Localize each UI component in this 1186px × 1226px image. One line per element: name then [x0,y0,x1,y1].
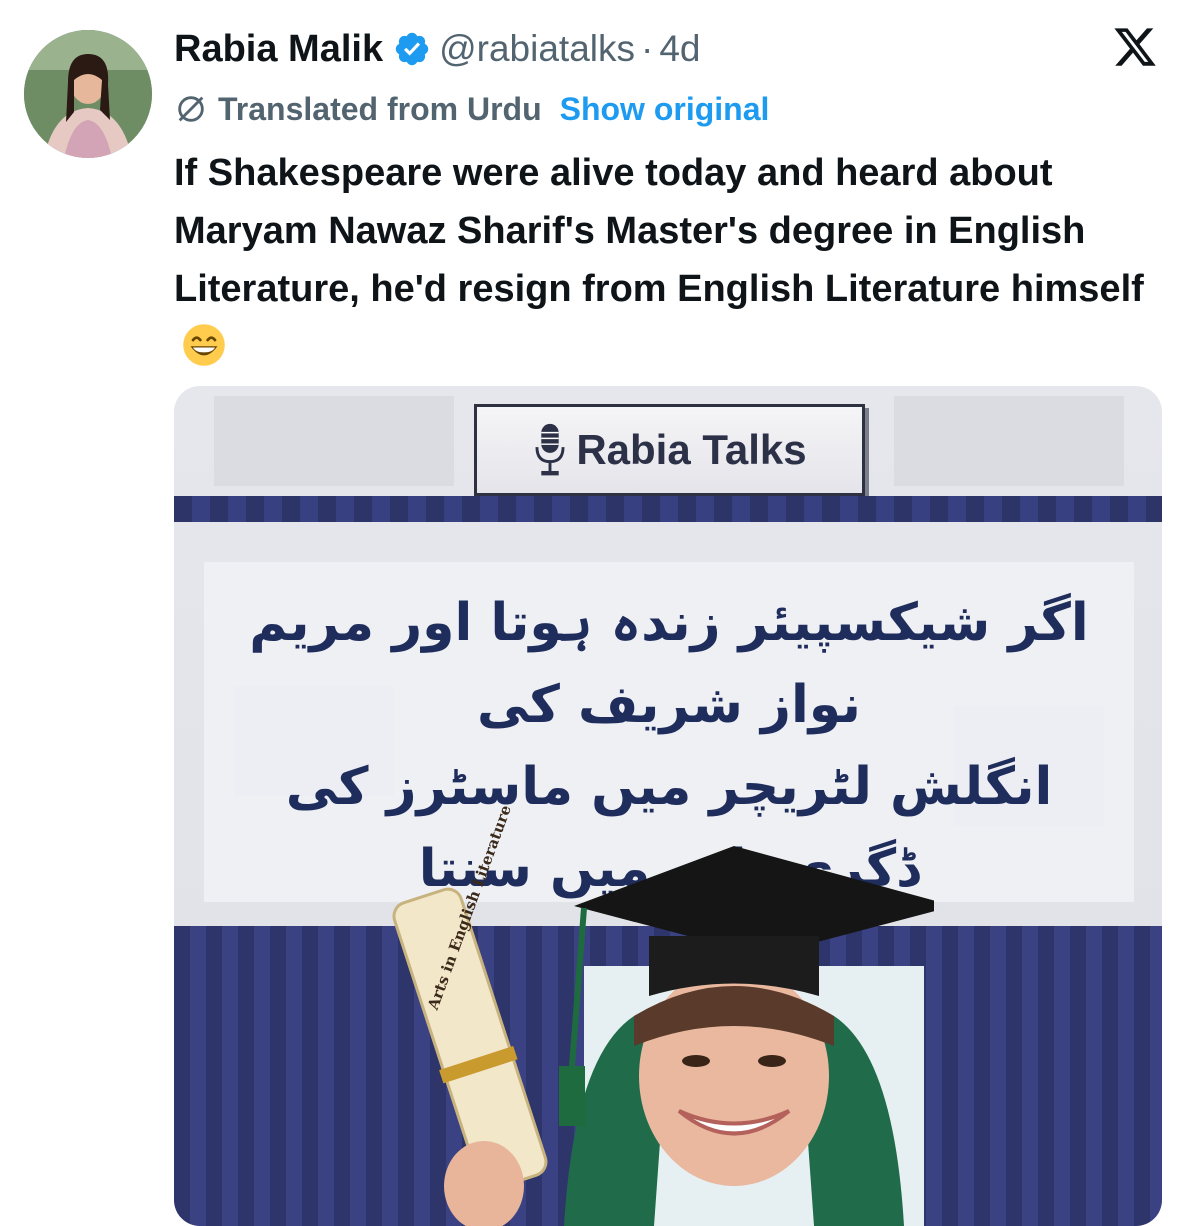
graduate-portrait [392,846,934,1226]
separator-dot: · [641,28,654,69]
translated-from-label: Translated from Urdu [218,90,542,127]
tweet-text: If Shakespeare were alive today and hear… [174,144,1164,376]
tweet-timestamp[interactable]: 4d [659,28,700,70]
decorative-band [174,496,1162,522]
microphone-icon [535,423,565,476]
brand-name: Rabia Talks [576,426,807,473]
translation-bar: Translated from Urdu Show original [174,86,769,132]
author-avatar[interactable] [24,30,152,158]
brand-logo-box: Rabia Talks [474,404,865,496]
show-original-link[interactable]: Show original [560,91,770,128]
grinning-face-emoji-icon [183,324,225,366]
author-name[interactable]: Rabia Malik [174,28,383,71]
tweet-header: Rabia Malik @rabiatalks · 4d [174,24,700,74]
tweet-body: If Shakespeare were alive today and hear… [174,152,1144,310]
verified-badge-icon [395,32,429,66]
avatar-photo [24,30,152,158]
translate-icon [178,96,204,122]
x-logo-icon[interactable] [1112,24,1158,70]
tweet-media-image[interactable]: Rabia Talks اگر شیکسپیئر زندہ ہوتا اور م… [174,386,1162,1226]
author-handle[interactable]: @rabiatalks [439,28,635,70]
